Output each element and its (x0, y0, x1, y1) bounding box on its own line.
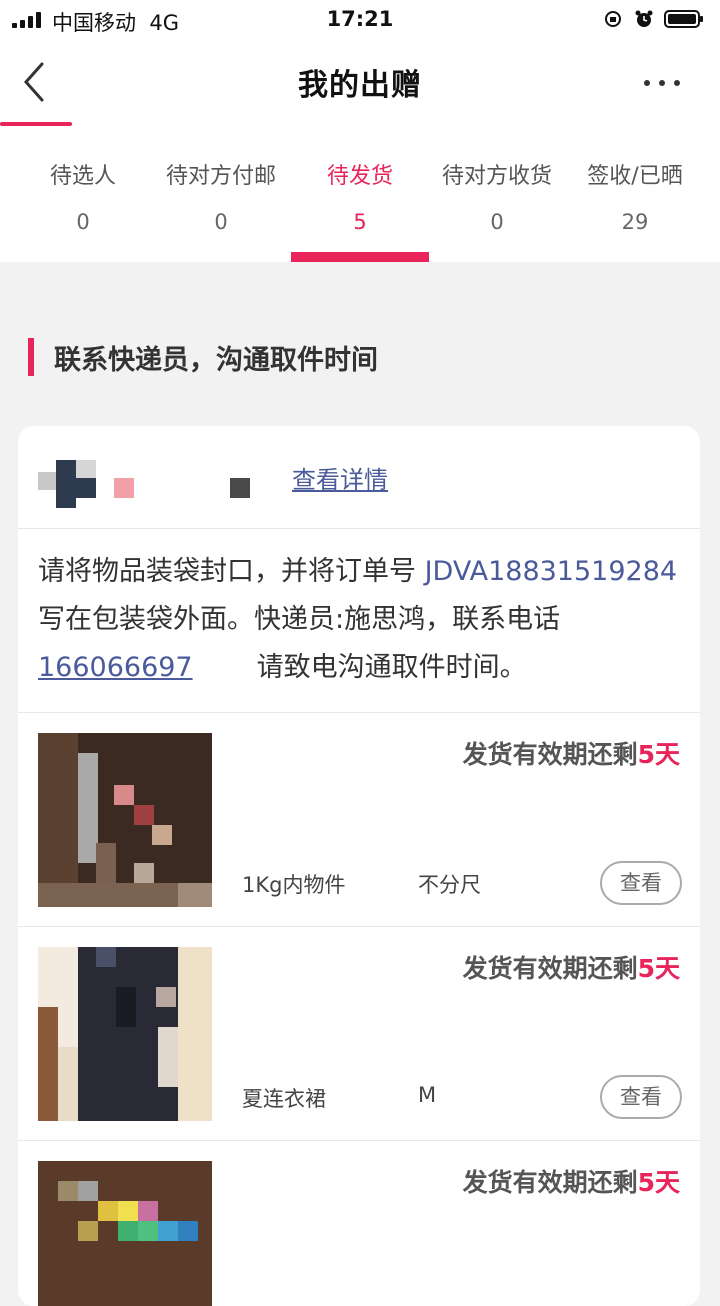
section-accent-bar (28, 338, 34, 376)
shipping-deadline: 发货有效期还剩5天 (463, 1163, 680, 1199)
back-button[interactable] (12, 54, 62, 110)
deadline-label: 发货有效期还剩 (462, 1168, 638, 1197)
days-remaining: 5天 (637, 740, 680, 769)
item-size: M (418, 1083, 437, 1107)
tab-count: 0 (76, 210, 90, 234)
tab-label: 待发货 (326, 164, 393, 189)
tab-count: 0 (214, 210, 228, 234)
list-item[interactable]: 发货有效期还剩5天 1Kg内物件 不分尺 查看 (18, 712, 700, 927)
tab-pending-shipment[interactable]: 待发货 5 (291, 126, 429, 262)
shipping-instructions: 请将物品装袋封口，并将订单号 JDVA18831519284 写在包装袋外面。快… (38, 548, 684, 692)
status-bar: 中国移动 4G 17:21 (0, 0, 720, 40)
order-card: 查看详情 请将物品装袋封口，并将订单号 JDVA18831519284 写在包装… (18, 426, 700, 1306)
view-details-link[interactable]: 查看详情 (292, 460, 388, 495)
tab-label: 签收/已晒 (587, 164, 683, 189)
tab-count: 0 (490, 210, 504, 234)
tab-label: 待选人 (49, 164, 116, 189)
redaction-patch (193, 654, 257, 684)
alarm-icon (635, 10, 653, 27)
notice-prefix: 请将物品装袋封口，并将订单号 (38, 556, 416, 587)
tab-count: 29 (621, 210, 649, 234)
page-title: 我的出赠 (298, 68, 422, 103)
view-button[interactable]: 查看 (600, 1075, 682, 1119)
tab-pending-receipt[interactable]: 待对方收货 0 (428, 126, 566, 262)
item-size: 不分尺 (418, 873, 481, 897)
tab-pending-selection[interactable]: 待选人 0 (14, 126, 152, 262)
item-thumbnail (38, 1161, 212, 1306)
shipping-deadline: 发货有效期还剩5天 (463, 949, 680, 985)
chevron-left-icon (23, 62, 44, 102)
tab-received-shared[interactable]: 签收/已晒 29 (566, 126, 704, 262)
header: 我的出赠 (0, 40, 720, 126)
more-button[interactable] (632, 64, 692, 100)
view-button[interactable]: 查看 (600, 861, 682, 905)
item-name: 夏连衣裙 (242, 1087, 326, 1111)
notice-suffix: 请致电沟通取件时间。 (256, 652, 527, 683)
tab-label: 待对方付邮 (165, 164, 276, 189)
courier-phone-link[interactable]: 166066697 (38, 652, 193, 683)
section-title: 联系快递员，沟通取件时间 (54, 345, 378, 376)
tab-count: 5 (353, 210, 367, 234)
item-name: 1Kg内物件 (242, 873, 346, 897)
card-header: 查看详情 (18, 426, 700, 529)
active-tab-indicator (291, 252, 429, 262)
avatar[interactable] (38, 460, 98, 508)
days-remaining: 5天 (637, 954, 680, 983)
shipping-deadline: 发货有效期还剩5天 (463, 735, 680, 771)
list-item[interactable]: 发货有效期还剩5天 夏连衣裙 M 查看 (18, 926, 700, 1141)
rotation-lock-icon (605, 11, 621, 27)
list-item[interactable]: 发货有效期还剩5天 (18, 1140, 700, 1306)
item-thumbnail (38, 947, 212, 1121)
deadline-label: 发货有效期还剩 (462, 954, 638, 983)
order-number: JDVA18831519284 (424, 556, 678, 587)
status-tabs: 待选人 0 待对方付邮 0 待发货 5 待对方收货 0 签收/已晒 29 (0, 126, 720, 262)
notice-middle: 写在包装袋外面。快递员:施思鸿，联系电话 (38, 604, 561, 635)
tab-label: 待对方收货 (441, 164, 552, 189)
days-remaining: 5天 (637, 1168, 680, 1197)
pixelated-username (112, 478, 272, 502)
item-thumbnail (38, 733, 212, 907)
deadline-label: 发货有效期还剩 (462, 740, 638, 769)
tab-pending-postage[interactable]: 待对方付邮 0 (152, 126, 290, 262)
battery-icon (664, 10, 703, 28)
